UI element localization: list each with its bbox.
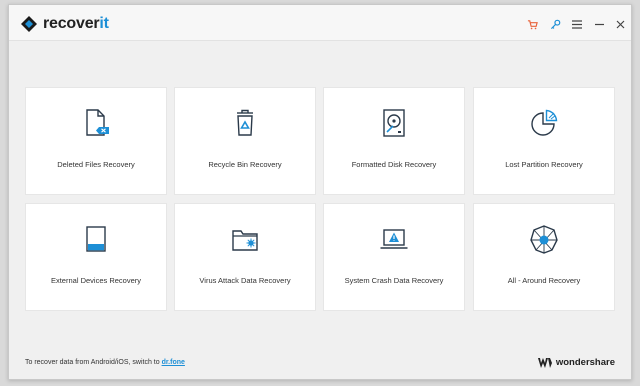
cart-icon[interactable] xyxy=(525,17,539,31)
card-virus-attack-data-recovery[interactable]: Virus Attack Data Recovery xyxy=(174,203,316,311)
card-system-crash-data-recovery[interactable]: System Crash Data Recovery xyxy=(323,203,465,311)
card-deleted-files-recovery[interactable]: Deleted Files Recovery xyxy=(25,87,167,195)
card-label: Formatted Disk Recovery xyxy=(351,160,437,169)
virus-folder-icon xyxy=(230,223,260,255)
card-external-devices-recovery[interactable]: External Devices Recovery xyxy=(25,203,167,311)
external-device-icon xyxy=(81,223,111,255)
card-label: Lost Partition Recovery xyxy=(505,160,583,169)
card-formatted-disk-recovery[interactable]: Formatted Disk Recovery xyxy=(323,87,465,195)
drfone-link[interactable]: dr.fone xyxy=(162,359,185,366)
card-label: System Crash Data Recovery xyxy=(344,276,444,285)
card-label: All - Around Recovery xyxy=(507,276,581,285)
app-name: recoverit xyxy=(43,15,109,32)
card-label: External Devices Recovery xyxy=(50,276,142,285)
wondershare-text: wondershare xyxy=(555,357,615,368)
wondershare-logo-icon xyxy=(537,357,552,368)
menu-icon[interactable] xyxy=(570,17,584,31)
card-label: Recycle Bin Recovery xyxy=(208,160,282,169)
wondershare-brand: wondershare xyxy=(537,357,615,368)
card-all-around-recovery[interactable]: All - Around Recovery xyxy=(473,203,615,311)
key-icon[interactable] xyxy=(548,17,562,31)
card-label: Deleted Files Recovery xyxy=(57,160,135,169)
minimize-icon[interactable] xyxy=(592,17,606,31)
title-bar: recoverit xyxy=(9,5,631,41)
partition-icon xyxy=(529,107,559,139)
crash-laptop-icon xyxy=(379,223,409,255)
recycle-bin-icon xyxy=(230,107,260,139)
close-icon[interactable] xyxy=(613,17,627,31)
recoverit-logo-icon xyxy=(21,16,37,32)
card-label: Virus Attack Data Recovery xyxy=(199,276,291,285)
all-around-icon xyxy=(529,223,559,255)
card-recycle-bin-recovery[interactable]: Recycle Bin Recovery xyxy=(174,87,316,195)
app-window: recoverit Deleted Files Recovery Recycle… xyxy=(8,4,632,380)
app-logo: recoverit xyxy=(21,14,109,34)
hard-disk-icon xyxy=(379,107,409,139)
card-lost-partition-recovery[interactable]: Lost Partition Recovery xyxy=(473,87,615,195)
footer-switch-text: To recover data from Android/iOS, switch… xyxy=(25,359,185,366)
deleted-file-icon xyxy=(81,107,111,139)
